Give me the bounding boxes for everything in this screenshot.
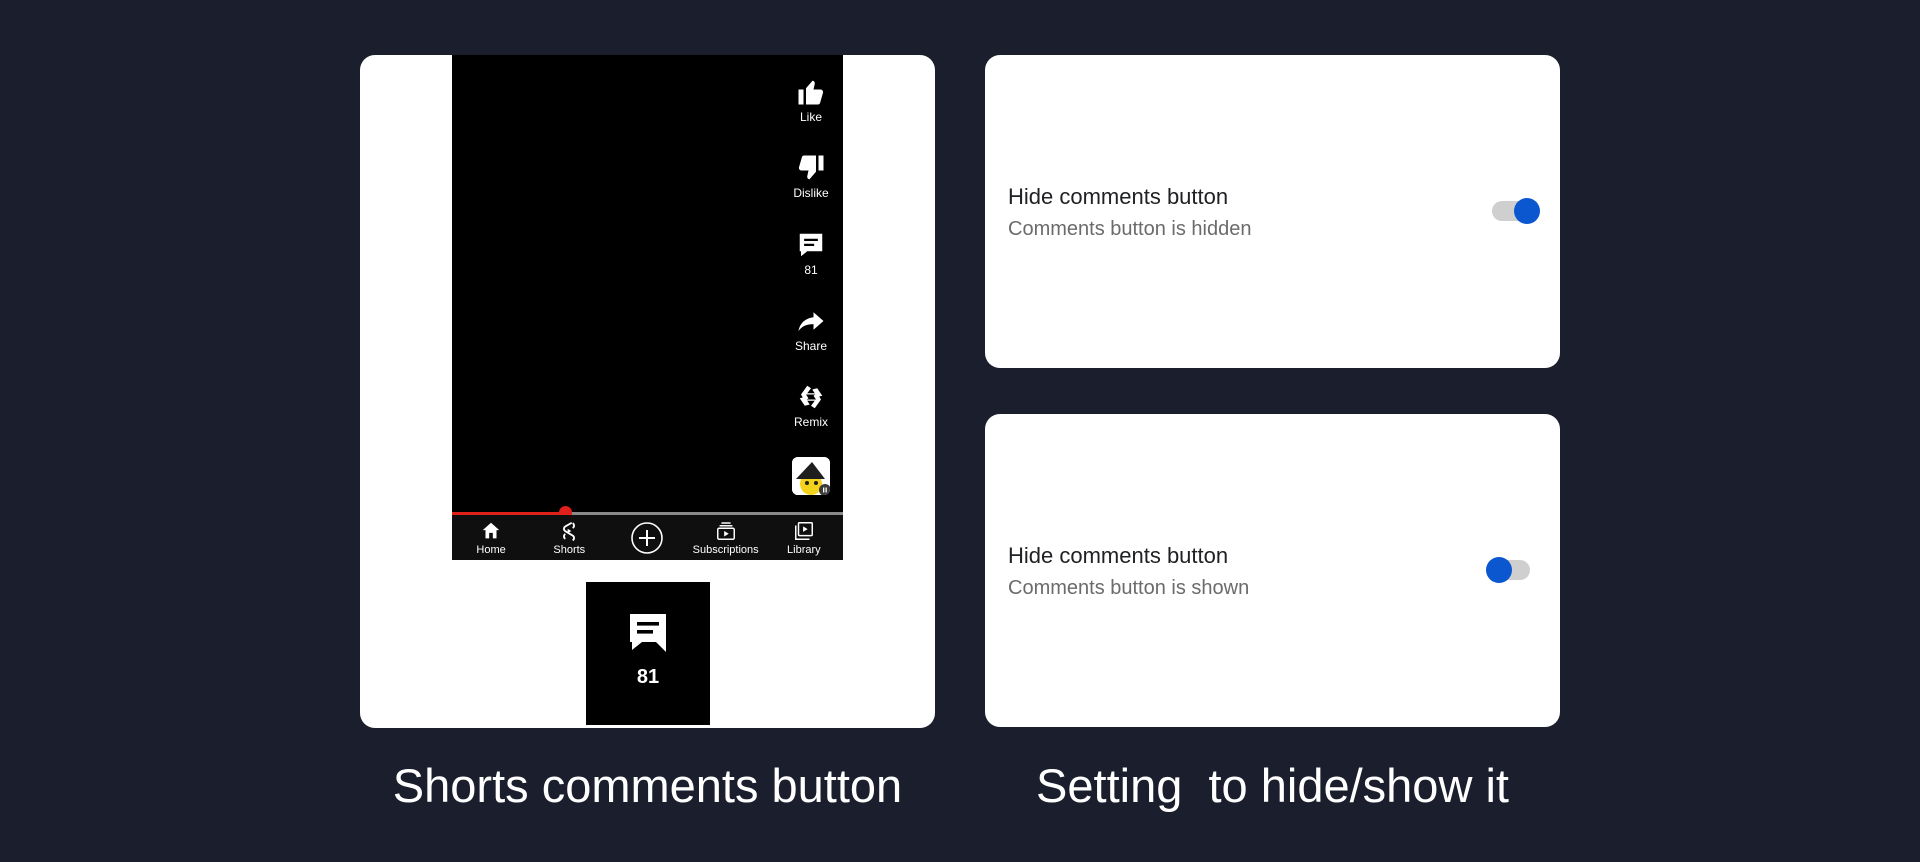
- comment-icon: [799, 233, 823, 257]
- library-icon: [794, 521, 813, 540]
- bottom-navigation: Home Shorts Subscriptions Library: [452, 515, 843, 560]
- shorts-player: Like Dislike 81 Share Remix Home Shorts …: [452, 55, 843, 560]
- nav-shorts-label: Shorts: [553, 543, 586, 556]
- share-button[interactable]: Share: [779, 306, 843, 353]
- home-icon: [482, 522, 500, 538]
- setting-summary: Comments button is hidden: [1008, 218, 1252, 240]
- like-button[interactable]: Like: [779, 77, 843, 124]
- nav-library[interactable]: Library: [765, 520, 843, 556]
- remix-button[interactable]: Remix: [779, 382, 843, 429]
- share-label: Share: [794, 339, 828, 353]
- subscriptions-icon: [716, 521, 735, 540]
- comments-button[interactable]: 81: [779, 230, 843, 277]
- setting-card-hidden: Hide comments button Comments button is …: [985, 55, 1560, 368]
- setting-row[interactable]: Hide comments button Comments button is …: [1008, 543, 1249, 600]
- nav-home-label: Home: [476, 543, 506, 556]
- remix-label: Remix: [793, 415, 828, 429]
- dislike-label: Dislike: [793, 186, 829, 200]
- setting-summary: Comments button is shown: [1008, 577, 1250, 599]
- nav-subscriptions-label: Subscriptions: [692, 543, 759, 556]
- comment-icon: [630, 614, 666, 652]
- remix-icon: [799, 385, 823, 409]
- shorts-preview-card: Like Dislike 81 Share Remix Home Shorts …: [360, 55, 935, 728]
- hide-comments-toggle[interactable]: [1492, 195, 1540, 224]
- character-avatar-icon: [792, 457, 830, 495]
- toggle-thumb: [1514, 198, 1540, 224]
- setting-title: Hide comments button: [1008, 543, 1229, 568]
- shorts-icon: [563, 521, 576, 541]
- hide-comments-toggle[interactable]: [1486, 554, 1532, 583]
- nav-home[interactable]: Home: [452, 520, 530, 556]
- nav-shorts[interactable]: Shorts: [530, 520, 608, 556]
- setting-title: Hide comments button: [1008, 184, 1229, 209]
- comments-count: 81: [804, 263, 818, 277]
- dislike-button[interactable]: Dislike: [779, 153, 843, 200]
- setting-row[interactable]: Hide comments button Comments button is …: [1008, 184, 1251, 241]
- share-icon: [798, 312, 824, 331]
- thumbs-down-icon: [798, 155, 824, 180]
- caption-shorts-comments-button: Shorts comments button: [392, 759, 903, 812]
- sound-avatar[interactable]: [792, 457, 830, 495]
- toggle-thumb: [1486, 557, 1512, 583]
- nav-subscriptions[interactable]: Subscriptions: [687, 520, 765, 556]
- setting-card-shown: Hide comments button Comments button is …: [985, 414, 1560, 727]
- comments-button-zoom: 81: [586, 582, 710, 725]
- like-label: Like: [799, 110, 822, 124]
- nav-create[interactable]: [608, 521, 686, 555]
- zoom-comments-count: 81: [636, 666, 660, 688]
- plus-circle-icon: [631, 521, 664, 554]
- nav-library-label: Library: [787, 543, 821, 556]
- thumbs-up-icon: [798, 80, 824, 105]
- caption-setting: Setting to hide/show it: [1036, 759, 1509, 812]
